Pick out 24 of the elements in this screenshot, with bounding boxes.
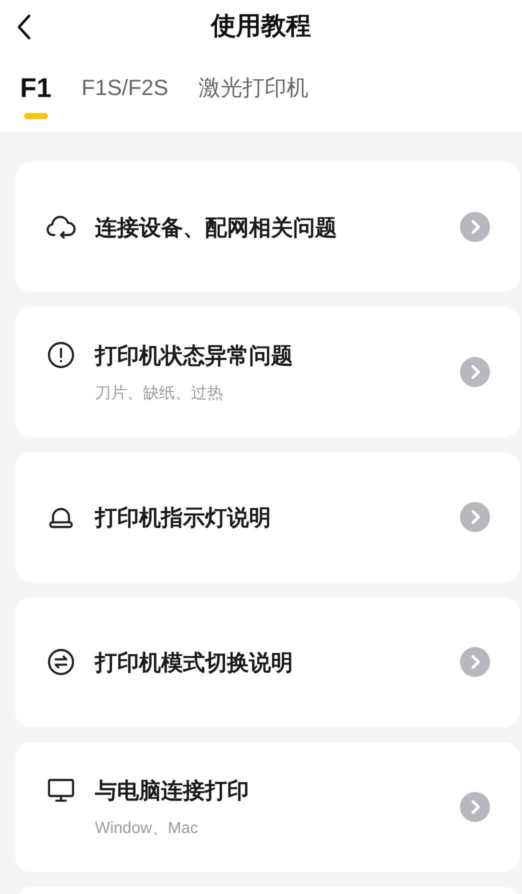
chevron-icon [460,212,490,242]
page-title: 使用教程 [211,11,311,42]
menu-card[interactable]: 与电脑连接打印 Window、Mac [15,742,520,872]
card-title: 连接设备、配网相关问题 [95,214,337,242]
tab[interactable]: 激光打印机 [198,68,308,128]
card-title: 打印机状态异常问题 [95,342,293,370]
menu-card[interactable]: 打印机指示灯说明 [15,452,520,582]
chevron-icon [460,792,490,822]
back-icon [17,14,31,40]
card-title: 打印机模式切换说明 [95,648,293,676]
menu-card[interactable]: 打印机模式切换说明 [15,597,520,727]
chevron-icon [460,357,490,387]
card-subtitle: Window、Mac [95,818,200,838]
tab[interactable]: F1 [20,68,52,128]
alert-icon [45,339,77,371]
switch-icon [45,646,77,678]
card-subtitle: 刀片、缺纸、过热 [95,384,224,404]
card-title: 打印机指示灯说明 [95,504,271,532]
menu-card[interactable]: 连接设备、配网相关问题 [15,162,520,292]
chevron-icon [460,502,490,532]
menu-card[interactable]: 打印机状态异常问题 刀片、缺纸、过热 [15,307,520,437]
tab[interactable]: F1S/F2S [82,68,168,128]
chevron-icon [460,647,490,677]
card-title: 与电脑连接打印 [95,776,249,804]
